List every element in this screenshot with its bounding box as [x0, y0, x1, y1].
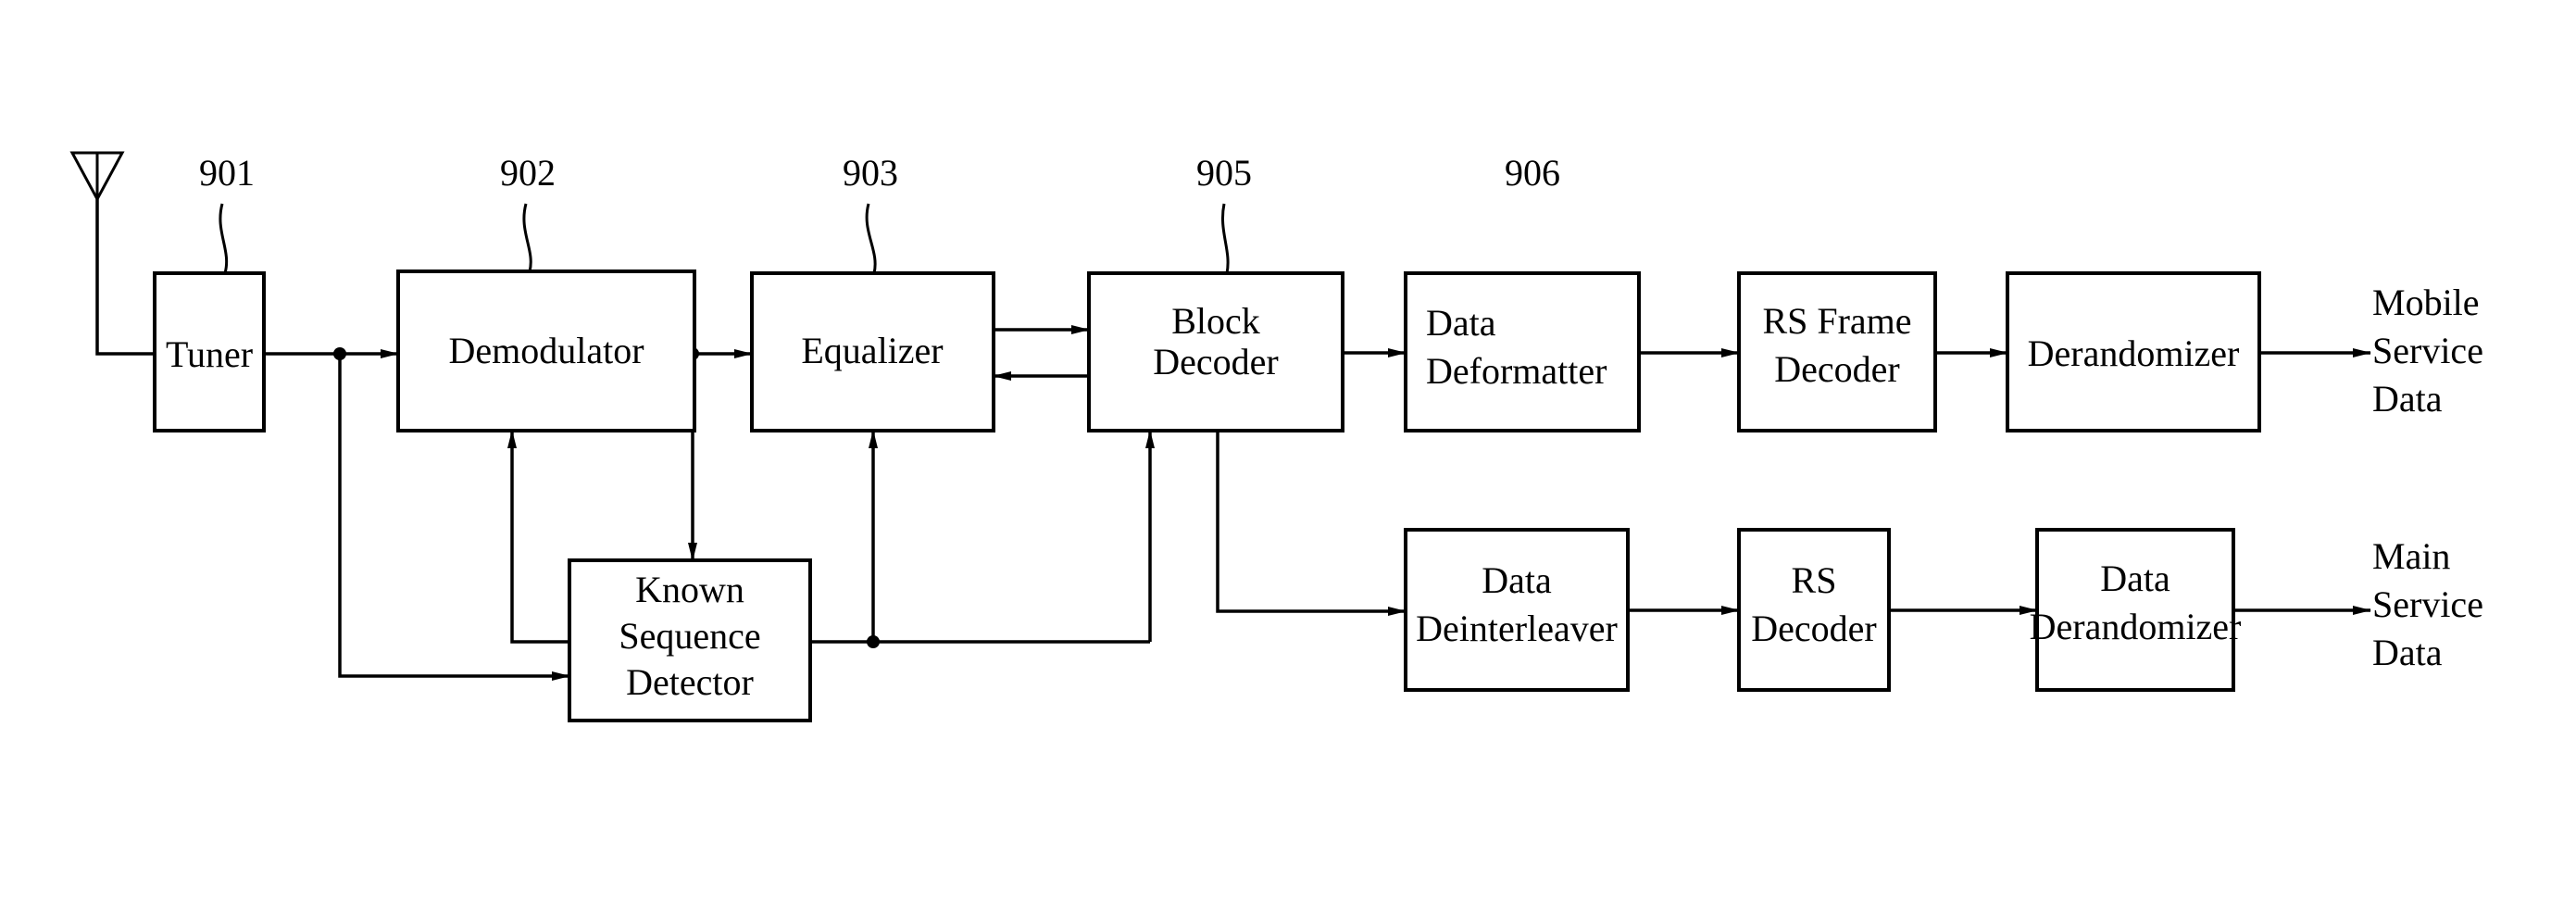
output-label: Main: [2372, 535, 2450, 577]
block-tuner: Tuner: [153, 271, 266, 432]
leader-line: [522, 203, 532, 272]
block-label: RS: [1792, 559, 1837, 601]
block-label: Decoder: [1751, 608, 1876, 649]
block-data-deinterleaver: Data Deinterleaver: [1404, 528, 1630, 692]
reference-numerals: 901 902 903 905 906: [199, 152, 1560, 274]
block-data-derandomizer: Data Derandomizer: [2030, 528, 2242, 692]
block-diagram: Tuner Demodulator Equalizer Known Sequen…: [69, 151, 2483, 722]
block-label: RS Frame: [1762, 300, 1911, 342]
ref-numeral: 906: [1505, 152, 1560, 194]
block-label: Tuner: [166, 333, 253, 375]
block-label: Decoder: [1774, 348, 1899, 390]
output-main-service-data: Main Service Data: [2372, 535, 2483, 673]
block-label: Deformatter: [1426, 350, 1607, 392]
output-label: Data: [2372, 378, 2443, 420]
block-label: Detector: [626, 661, 754, 703]
ref-numeral: 905: [1196, 152, 1252, 194]
output-mobile-service-data: Mobile Service Data: [2372, 282, 2483, 420]
leader-line: [1221, 203, 1230, 274]
wire-antenna-tuner: [95, 199, 155, 356]
block-label: Deinterleaver: [1416, 608, 1618, 649]
block-label: Demodulator: [448, 330, 644, 371]
block-derandomizer: Derandomizer: [2006, 271, 2261, 432]
leader-line: [219, 203, 229, 274]
block-label: Data: [1482, 559, 1552, 601]
block-label: Derandomizer: [2030, 606, 2242, 647]
block-label: Derandomizer: [2028, 332, 2240, 374]
block-label: Known: [635, 569, 744, 610]
ref-numeral: 902: [500, 152, 556, 194]
output-label: Service: [2372, 330, 2483, 371]
block-known-sequence-detector: Known Sequence Detector: [568, 558, 812, 722]
block-label: Decoder: [1153, 341, 1278, 382]
block-block-decoder: Block Decoder: [1087, 271, 1344, 432]
output-label: Mobile: [2372, 282, 2480, 323]
block-label: Sequence: [619, 615, 760, 657]
block-label: Equalizer: [801, 330, 943, 371]
wire-detector-demodulator: [507, 430, 569, 644]
block-label: Block: [1171, 300, 1260, 342]
leader-line: [865, 203, 877, 274]
output-label: Service: [2372, 583, 2483, 625]
block-label: Data: [1426, 302, 1496, 344]
ref-numeral: 903: [843, 152, 898, 194]
block-rs-frame-decoder: RS Frame Decoder: [1737, 271, 1937, 432]
block-data-deformatter: Data Deformatter: [1404, 271, 1641, 432]
ref-numeral: 901: [199, 152, 255, 194]
block-label: Data: [2100, 558, 2170, 599]
wire-blockdecoder-deinterleaver: [1216, 431, 1407, 616]
block-demodulator: Demodulator: [396, 269, 696, 432]
output-label: Data: [2372, 632, 2443, 673]
block-rs-decoder: RS Decoder: [1737, 528, 1891, 692]
antenna-icon: [69, 151, 125, 203]
block-equalizer: Equalizer: [750, 271, 995, 432]
